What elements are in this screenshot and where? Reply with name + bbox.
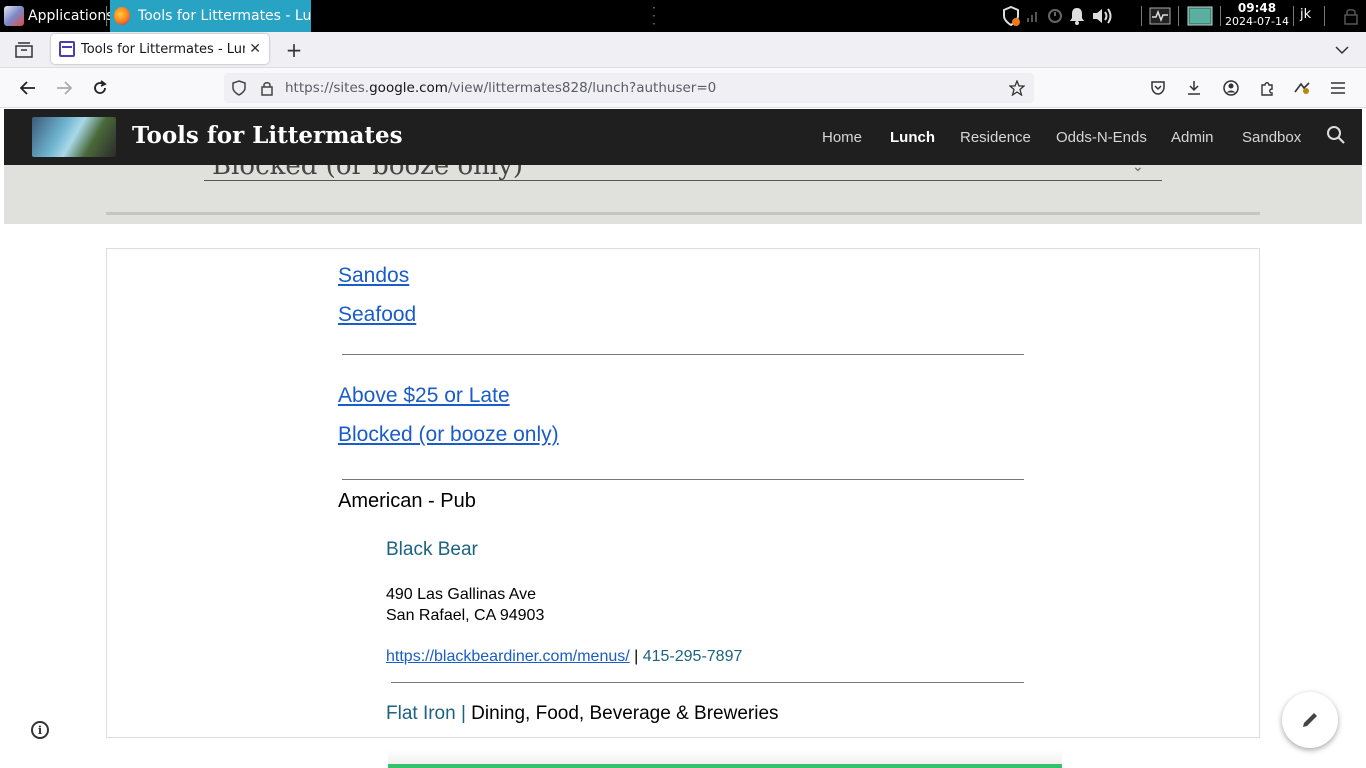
- url-prefix: https://sites.: [285, 80, 370, 96]
- url-text[interactable]: https://sites.google.com/view/littermate…: [285, 80, 716, 96]
- bookmark-star-icon[interactable]: [1008, 79, 1026, 97]
- next-restaurant-name: Flat Iron |: [386, 703, 466, 724]
- dropdown-section: Blocked (or booze only) ⌄: [4, 165, 1362, 224]
- panel-separator: [1178, 6, 1179, 26]
- panel-handle-icon: · · ·: [652, 1, 656, 31]
- panel-separator: [1293, 6, 1294, 26]
- xfce-logo-icon: [4, 6, 24, 26]
- panel-separator: [1324, 6, 1325, 26]
- nav-home[interactable]: Home: [822, 129, 862, 146]
- clock-time: 09:48: [1237, 1, 1277, 15]
- restaurant-address-line2: San Rafael, CA 94903: [386, 607, 545, 624]
- browser-tab-active[interactable]: Tools for Littermates - Lunch ✕: [51, 34, 269, 64]
- panel-separator: [1141, 6, 1142, 26]
- dropdown-underline: [204, 180, 1162, 181]
- lunch-content-panel: Sandos Seafood Above $25 or Late Blocked…: [106, 248, 1260, 738]
- extensions-icon[interactable]: [1257, 78, 1277, 98]
- tab-overview-icon[interactable]: [12, 38, 36, 62]
- link-above-25-or-late[interactable]: Above $25 or Late: [338, 384, 510, 408]
- list-tabs-chevron-icon[interactable]: [1330, 38, 1354, 62]
- applications-label: Applications: [28, 8, 114, 24]
- tray-monitors: [1148, 0, 1172, 32]
- shield-update-icon[interactable]: [1000, 5, 1022, 27]
- panel-separator: [106, 6, 107, 26]
- search-icon[interactable]: [1326, 125, 1346, 150]
- nav-admin[interactable]: Admin: [1171, 129, 1214, 146]
- site-logo-image[interactable]: [32, 117, 116, 157]
- divider: [342, 354, 1024, 355]
- green-card-edge: [388, 764, 1062, 768]
- applications-menu[interactable]: Applications: [0, 0, 114, 32]
- pocket-icon[interactable]: [1148, 78, 1168, 98]
- padlock-icon[interactable]: [258, 79, 276, 97]
- workspace-switcher-icon[interactable]: [1186, 5, 1214, 27]
- restaurant-name: Black Bear: [386, 539, 478, 560]
- restaurant-divider: [391, 682, 1024, 683]
- site-header: Tools for Littermates Home Lunch Residen…: [4, 109, 1362, 165]
- reload-icon[interactable]: [88, 76, 112, 100]
- info-icon[interactable]: i: [31, 721, 49, 739]
- nav-residence[interactable]: Residence: [960, 129, 1031, 146]
- next-restaurant: Flat Iron | Dining, Food, Beverage & Bre…: [386, 703, 779, 725]
- tab-title: Tools for Littermates - Lunch: [81, 41, 245, 57]
- url-bar[interactable]: https://sites.google.com/view/littermate…: [224, 73, 1034, 103]
- link-seafood[interactable]: Seafood: [338, 303, 416, 327]
- link-sandos[interactable]: Sandos: [338, 264, 409, 288]
- back-arrow-icon[interactable]: [16, 76, 40, 100]
- nav-odds-n-ends[interactable]: Odds-N-Ends: [1056, 129, 1147, 146]
- edit-pencil-button[interactable]: [1282, 692, 1338, 748]
- lock-icon[interactable]: [1340, 5, 1362, 27]
- addon-extension-icon[interactable]: [1292, 78, 1312, 98]
- forward-arrow-icon[interactable]: [52, 76, 76, 100]
- restaurant-menu-link[interactable]: https://blackbeardiner.com/menus/: [386, 648, 630, 665]
- url-domain: google.com: [369, 80, 448, 96]
- firefox-icon: [114, 7, 130, 25]
- nav-sandbox[interactable]: Sandbox: [1242, 129, 1301, 146]
- divider: [342, 479, 1024, 480]
- tab-close-icon[interactable]: ✕: [249, 41, 261, 57]
- panel-separator: [1220, 6, 1221, 26]
- downloads-icon[interactable]: [1184, 78, 1204, 98]
- taskbar-window-label: Tools for Littermates - Lun...: [137, 8, 311, 24]
- next-restaurant-description: Dining, Food, Beverage & Breweries: [465, 703, 779, 724]
- google-sites-favicon-icon: [59, 41, 75, 57]
- clock[interactable]: 09:48 2024-07-14: [1224, 1, 1290, 29]
- power-status-icon[interactable]: [1044, 5, 1066, 27]
- section-title: American - Pub: [338, 490, 476, 512]
- taskbar-firefox-window[interactable]: Tools for Littermates - Lun...: [110, 0, 311, 32]
- network-signal-icon[interactable]: [1022, 5, 1044, 27]
- hamburger-menu-icon[interactable]: [1328, 78, 1348, 98]
- clock-date: 2024-07-14: [1225, 15, 1289, 28]
- link-blocked-booze-only[interactable]: Blocked (or booze only): [338, 423, 559, 447]
- url-path: /view/littermates828/lunch?authuser=0: [447, 80, 717, 96]
- restaurant-address-line1: 490 Las Gallinas Ave: [386, 586, 537, 603]
- section-divider: [106, 212, 1260, 215]
- os-top-panel: Applications Tools for Littermates - Lun…: [0, 0, 1366, 32]
- restaurant-phone[interactable]: 415-295-7897: [643, 648, 743, 665]
- system-monitor-icon[interactable]: [1148, 5, 1172, 27]
- nav-lunch[interactable]: Lunch: [890, 129, 935, 146]
- pencil-icon: [1303, 713, 1317, 727]
- category-dropdown-value[interactable]: Blocked (or booze only): [212, 165, 523, 181]
- system-tray: [1000, 0, 1118, 32]
- tracking-shield-icon[interactable]: [230, 79, 248, 97]
- bottom-card-shadow: [388, 750, 1062, 764]
- restaurant-contact: https://blackbeardiner.com/menus/ | 415-…: [386, 648, 742, 666]
- contact-separator: |: [629, 648, 643, 665]
- volume-icon[interactable]: [1088, 5, 1118, 27]
- notification-bell-icon[interactable]: [1066, 5, 1088, 27]
- account-icon[interactable]: [1221, 78, 1241, 98]
- user-menu[interactable]: jk: [1300, 7, 1311, 22]
- browser-tab-strip: Tools for Littermates - Lunch ✕ +: [0, 32, 1366, 68]
- site-title[interactable]: Tools for Littermates: [132, 122, 403, 149]
- new-tab-icon[interactable]: +: [282, 38, 306, 62]
- tray-workspace: [1186, 0, 1214, 32]
- browser-toolbar: https://sites.google.com/view/littermate…: [0, 68, 1366, 108]
- dropdown-chevron-icon[interactable]: ⌄: [1132, 165, 1144, 175]
